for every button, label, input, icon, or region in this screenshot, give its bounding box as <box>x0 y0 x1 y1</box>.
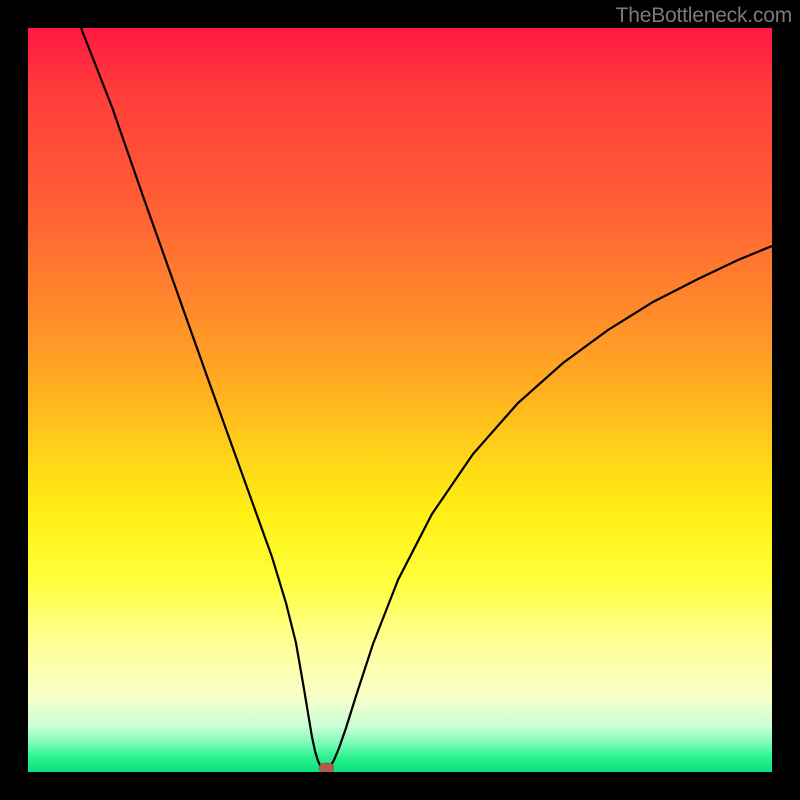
chart-plot-area <box>28 28 772 772</box>
minimum-marker <box>319 763 334 772</box>
curve-left-branch <box>81 28 324 770</box>
watermark-text: TheBottleneck.com <box>616 4 792 28</box>
bottleneck-curve <box>28 28 772 772</box>
curve-right-branch <box>327 246 772 770</box>
